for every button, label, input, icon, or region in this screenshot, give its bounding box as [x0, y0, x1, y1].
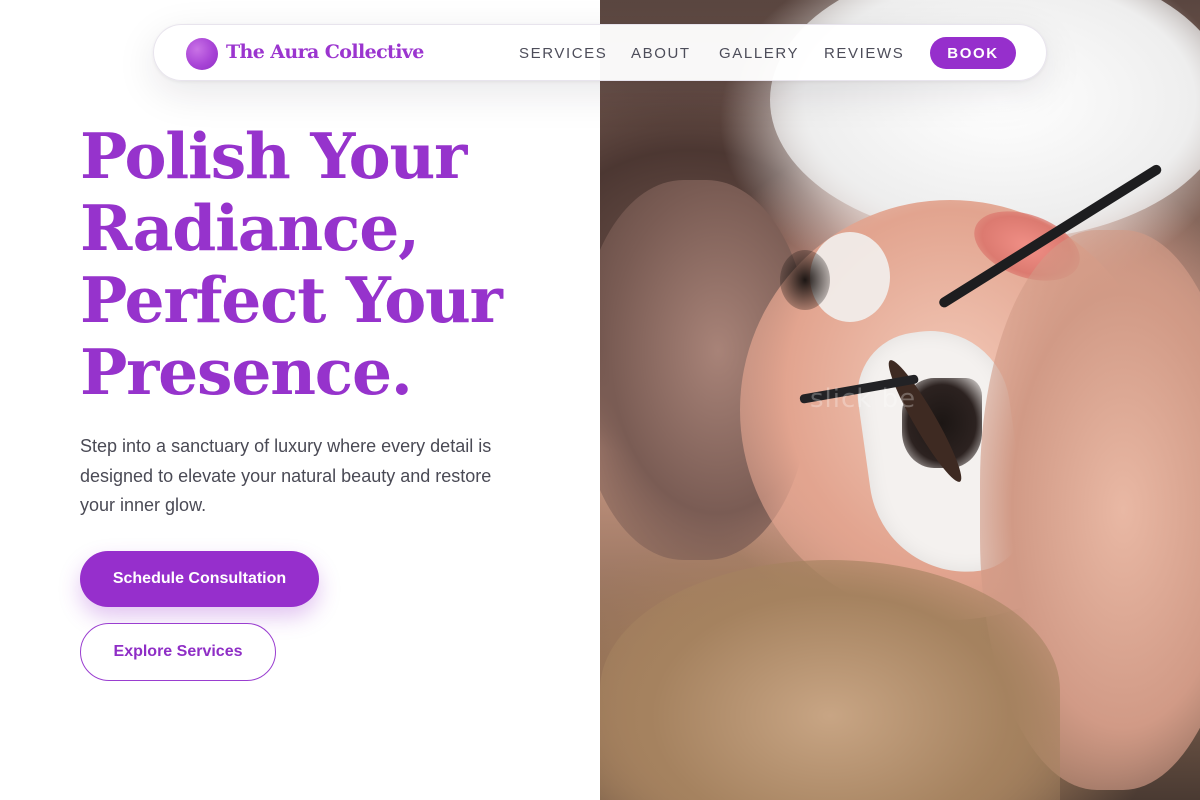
hero-title: Polish Your Radiance, Perfect Your Prese… [80, 120, 590, 408]
photo-watermark: slick be [810, 384, 917, 414]
nav-link-gallery[interactable]: GALLERY [719, 45, 799, 62]
book-button[interactable]: BOOK [930, 37, 1016, 69]
nav-link-reviews[interactable]: REVIEWS [824, 45, 904, 62]
brand-logo-icon[interactable] [186, 38, 218, 70]
hero-title-line: Presence. [80, 335, 413, 409]
hero-photo: slick be [600, 0, 1200, 800]
hero-title-line: Polish Your [80, 119, 467, 193]
brand-name[interactable]: The Aura Collective [226, 41, 424, 63]
nav-link-services[interactable]: SERVICES [519, 45, 607, 62]
hero-title-line: Radiance, [80, 191, 420, 265]
explore-services-button[interactable]: Explore Services [80, 623, 276, 681]
photo-lashes-top [780, 250, 830, 310]
navbar: The Aura Collective SERVICES ABOUT GALLE… [153, 24, 1047, 81]
schedule-consultation-button[interactable]: Schedule Consultation [80, 551, 319, 607]
hero-description: Step into a sanctuary of luxury where ev… [80, 436, 492, 515]
hero-title-line: Perfect Your [80, 263, 503, 337]
nav-link-about[interactable]: ABOUT [631, 45, 691, 62]
